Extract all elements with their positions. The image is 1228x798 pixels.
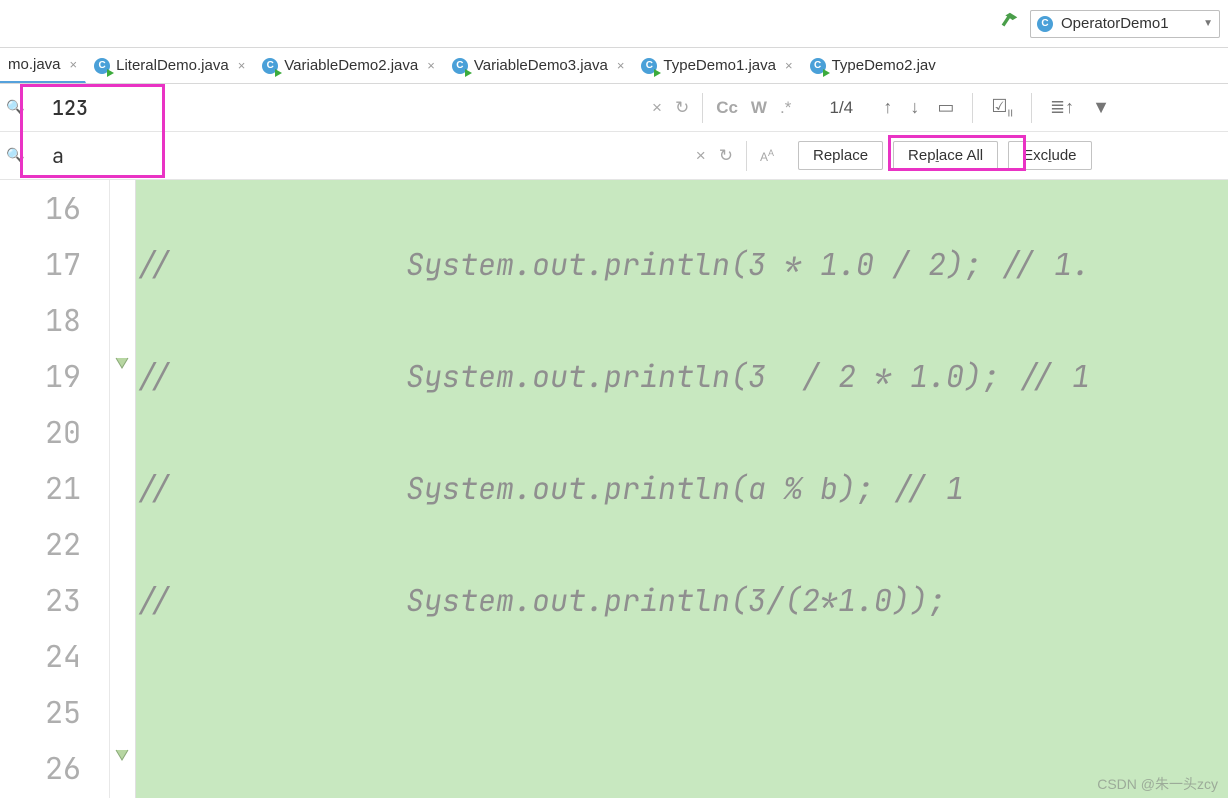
java-class-icon: C [94,58,110,74]
regex-toggle[interactable]: .* [780,98,791,118]
chevron-down-icon[interactable]: ▾ [20,154,24,163]
run-config-dropdown[interactable]: C OperatorDemo1 ▼ [1030,10,1220,38]
separator [746,141,747,171]
fold-end-icon[interactable] [114,356,130,372]
tab-label: VariableDemo3.java [474,57,608,74]
line-gutter: 16 17 18 19 20 21 22 23 24 25 26 [0,180,110,798]
chevron-down-icon[interactable]: ▾ [20,106,24,115]
tab-file-4[interactable]: C TypeDemo1.java × [633,48,801,83]
line-number: 16 [0,180,109,236]
separator [972,93,973,123]
line-number: 20 [0,404,109,460]
fold-strip [110,180,136,798]
line-number: 25 [0,684,109,740]
preserve-case-toggle[interactable]: AA [760,148,774,164]
replace-button[interactable]: Replace [798,141,883,170]
java-class-icon: C [262,58,278,74]
tab-label: TypeDemo2.jav [832,57,936,74]
separator [702,93,703,123]
tab-label: mo.java [8,56,61,73]
clear-icon[interactable]: × [696,146,706,166]
close-icon[interactable]: × [617,58,625,73]
find-right-controls: 1/4 ↑ ↓ ▭ ☑II ≣↑ ▼ [805,93,1228,123]
match-case-toggle[interactable]: Cc [716,98,738,118]
find-replace-panel: 🔍 ▾ × ↻ Cc W .* 1/4 ↑ ↓ ▭ ☑II ≣↑ ▼ 🔍 ▾ [0,84,1228,180]
prev-match-icon[interactable]: ↑ [883,97,892,118]
words-toggle[interactable]: W [751,98,767,118]
clear-icon[interactable]: × [652,98,662,118]
close-icon[interactable]: × [238,58,246,73]
line-number: 21 [0,460,109,516]
tab-file-0[interactable]: mo.java × [0,48,86,83]
select-all-icon[interactable]: ▭ [937,97,954,118]
history-icon[interactable]: ↻ [719,146,733,166]
tab-label: VariableDemo2.java [284,57,418,74]
java-class-icon: C [641,58,657,74]
replace-all-button[interactable]: Replace All [893,141,998,170]
replace-row: 🔍 ▾ × ↻ AA Replace Replace All Exclude [0,132,1228,180]
line-number: 26 [0,740,109,796]
code-text: // System.out.println(3 / 2 * 1.0); // 1 [136,356,1090,396]
code-text: // System.out.println(a % b); // 1 [136,468,964,508]
fold-end-icon[interactable] [114,748,130,764]
tab-label: LiteralDemo.java [116,57,229,74]
java-class-icon: C [452,58,468,74]
editor-tabs: mo.java × C LiteralDemo.java × C Variabl… [0,48,1228,84]
close-icon[interactable]: × [70,57,78,72]
java-class-icon: C [810,58,826,74]
separator [1031,93,1032,123]
match-count: 1/4 [817,98,865,118]
top-toolbar: C OperatorDemo1 ▼ [0,0,1228,48]
exclude-button[interactable]: Exclude [1008,141,1091,170]
replace-inline-controls: × ↻ AA [638,141,788,171]
code-text: // System.out.println(3 * 1.0 / 2); // 1… [136,244,1090,284]
replace-input[interactable] [28,143,638,169]
replace-buttons: Replace Replace All Exclude [788,141,1228,170]
find-inline-controls: × ↻ Cc W .* [638,93,805,123]
next-match-icon[interactable]: ↓ [910,97,919,118]
code-editor[interactable]: 16 17 18 19 20 21 22 23 24 25 26 // Syst… [0,180,1228,798]
java-class-icon: C [1037,16,1053,32]
list-icon[interactable]: ≣↑ [1050,97,1074,118]
tab-file-1[interactable]: C LiteralDemo.java × [86,48,254,83]
filter-icon[interactable]: ▼ [1092,97,1110,118]
tab-file-5[interactable]: C TypeDemo2.jav [802,48,945,83]
find-row: 🔍 ▾ × ↻ Cc W .* 1/4 ↑ ↓ ▭ ☑II ≣↑ ▼ [0,84,1228,132]
line-number: 22 [0,516,109,572]
line-number: 18 [0,292,109,348]
build-icon[interactable] [998,10,1020,38]
code-area[interactable]: // System.out.println(3 * 1.0 / 2); // 1… [136,180,1228,798]
run-config-label: OperatorDemo1 [1061,15,1195,32]
line-number: 23 [0,572,109,628]
watermark: CSDN @朱一头zcy [1097,774,1218,794]
tab-file-2[interactable]: C VariableDemo2.java × [254,48,444,83]
close-icon[interactable]: × [785,58,793,73]
tab-file-3[interactable]: C VariableDemo3.java × [444,48,634,83]
tab-label: TypeDemo1.java [663,57,776,74]
chevron-down-icon: ▼ [1203,18,1213,29]
add-selection-icon[interactable]: ☑II [991,96,1013,120]
line-number: 19 [0,348,109,404]
close-icon[interactable]: × [427,58,435,73]
history-icon[interactable]: ↻ [675,98,689,118]
line-number: 24 [0,628,109,684]
line-number: 17 [0,236,109,292]
find-input[interactable] [28,95,638,121]
code-text: // System.out.println(3/(2*1.0)); [136,580,946,620]
